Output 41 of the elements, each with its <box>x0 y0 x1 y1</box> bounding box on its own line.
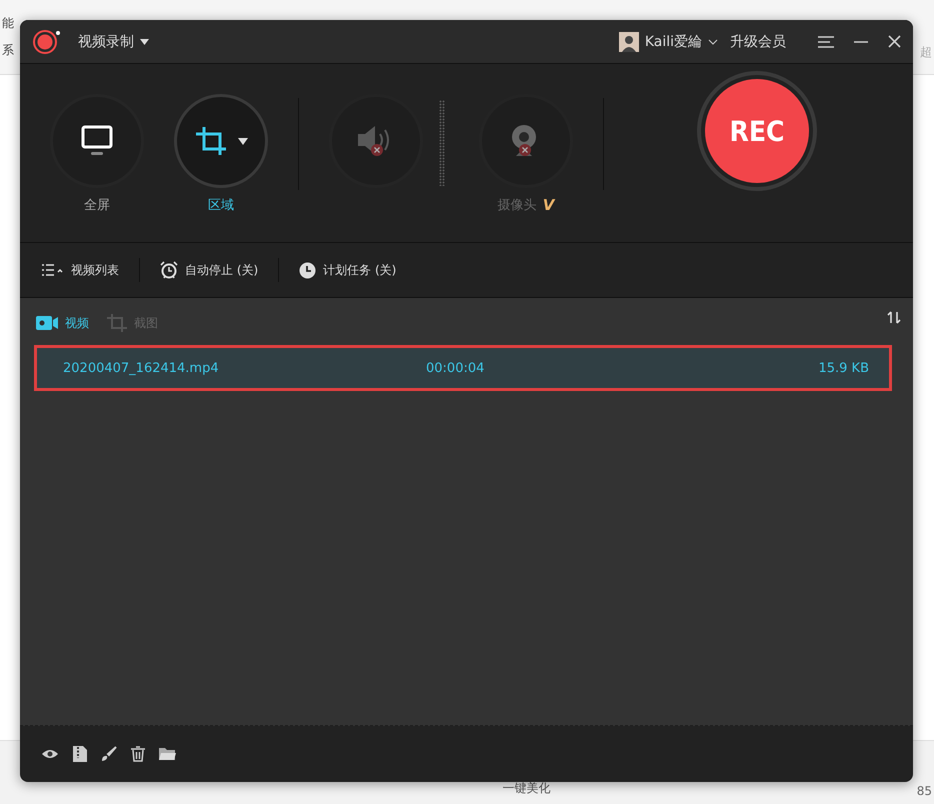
video-tab[interactable]: 视频 <box>36 314 89 332</box>
mode-label: 全屏 <box>84 197 110 214</box>
mode-dropdown[interactable]: 视频录制 <box>78 32 134 50</box>
close-icon[interactable] <box>888 35 901 48</box>
user-menu[interactable]: Kaili爱綸 <box>644 32 702 50</box>
crop-icon <box>107 314 127 332</box>
background-text: 系 <box>2 42 14 59</box>
mode-label: 摄像头 <box>498 197 537 214</box>
beautify-button[interactable]: 一键美化 <box>496 779 557 798</box>
record-button[interactable]: REC <box>705 79 809 183</box>
caret-icon <box>238 138 248 144</box>
alarm-clock-icon <box>160 261 178 279</box>
background-text: 超 <box>920 44 932 60</box>
zoom-level: 85 <box>916 784 932 798</box>
avatar-icon <box>618 32 639 52</box>
minimize-icon[interactable] <box>854 40 868 42</box>
record-logo-icon <box>32 28 62 54</box>
eye-icon[interactable] <box>41 747 59 761</box>
clock-icon <box>299 262 316 278</box>
list-icon <box>42 264 64 276</box>
sort-icon[interactable] <box>887 310 901 324</box>
video-camera-icon <box>36 316 58 330</box>
file-size: 15.9 KB <box>818 360 869 376</box>
list-tool-button[interactable]: 视频列表 <box>32 262 129 278</box>
trash-icon[interactable] <box>131 746 145 762</box>
file-name: 20200407_162414.mp4 <box>63 360 220 376</box>
mode-label: 区域 <box>208 197 234 214</box>
file-row[interactable]: 20200407_162414.mp4 00:00:04 15.9 KB <box>35 346 891 390</box>
file-duration: 00:00:04 <box>426 360 486 376</box>
caret-icon[interactable] <box>140 38 149 44</box>
background-text: 能 <box>2 15 14 32</box>
monitor-icon <box>81 125 113 157</box>
alarm-tool-button[interactable]: 自动停止 (关) <box>150 261 268 279</box>
vip-label: V <box>542 196 554 214</box>
chevron-down-icon[interactable] <box>708 38 718 46</box>
brush-icon[interactable] <box>101 746 117 762</box>
folder-icon[interactable] <box>159 747 176 761</box>
zip-file-icon[interactable] <box>73 746 87 762</box>
menu-icon[interactable] <box>818 36 834 48</box>
clock-tool-button[interactable]: 计划任务 (关) <box>289 262 406 278</box>
upgrade-link[interactable]: 升级会员 <box>730 32 786 50</box>
